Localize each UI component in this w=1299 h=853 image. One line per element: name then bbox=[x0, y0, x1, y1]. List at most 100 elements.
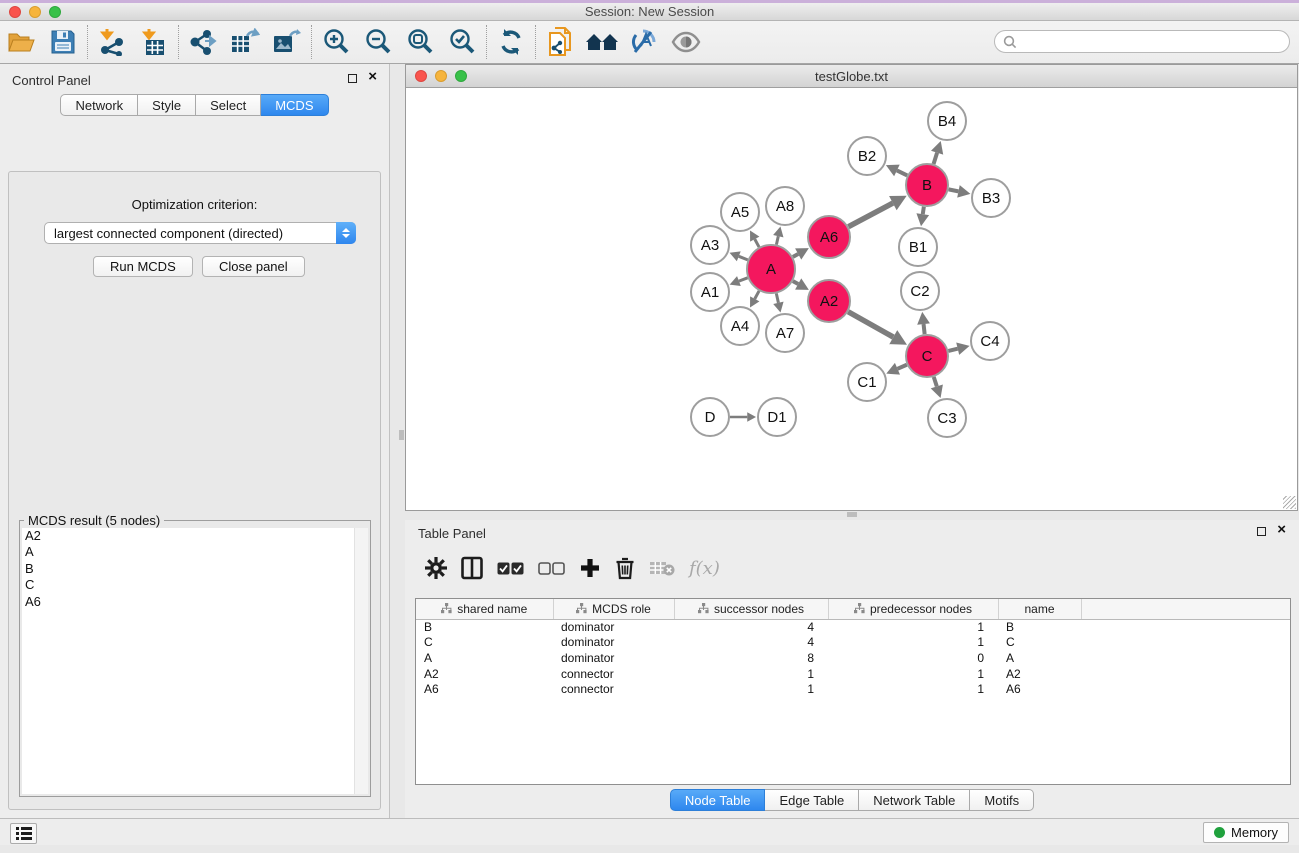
graph-edge[interactable] bbox=[897, 365, 906, 369]
graph-edge[interactable] bbox=[923, 207, 924, 214]
mcds-result-item[interactable]: A bbox=[22, 544, 368, 560]
table-cell[interactable]: A6 bbox=[998, 681, 1081, 697]
table-cell[interactable]: B bbox=[416, 619, 553, 635]
graph-edge[interactable] bbox=[739, 256, 748, 260]
tab-node-table[interactable]: Node Table bbox=[670, 789, 766, 811]
splitter-handle[interactable] bbox=[847, 512, 857, 517]
table-cell[interactable]: B bbox=[998, 619, 1081, 635]
graph-edge[interactable] bbox=[776, 236, 778, 244]
search-input[interactable] bbox=[994, 30, 1290, 53]
table-cell[interactable]: 4 bbox=[674, 619, 828, 635]
table-cell[interactable]: dominator bbox=[553, 635, 674, 651]
refresh-layout-button[interactable] bbox=[490, 23, 532, 61]
open-session-button[interactable] bbox=[0, 23, 42, 61]
graph-edge[interactable] bbox=[848, 203, 892, 227]
network-from-file-button[interactable] bbox=[539, 23, 581, 61]
graph-edge[interactable] bbox=[924, 324, 925, 334]
graph-edge[interactable] bbox=[755, 239, 759, 247]
mcds-result-list[interactable]: A2ABCA6 bbox=[22, 528, 368, 794]
table-cell[interactable]: 1 bbox=[828, 619, 998, 635]
column-browser-button[interactable] bbox=[461, 556, 483, 580]
table-cell[interactable]: A6 bbox=[416, 681, 553, 697]
column-header[interactable]: shared name bbox=[416, 599, 553, 619]
save-session-button[interactable] bbox=[42, 23, 84, 61]
add-column-button[interactable] bbox=[579, 557, 601, 579]
graph-edge[interactable] bbox=[793, 281, 798, 284]
tab-style[interactable]: Style bbox=[138, 94, 196, 116]
table-cell[interactable]: 1 bbox=[828, 635, 998, 651]
mcds-result-item[interactable]: B bbox=[22, 561, 368, 577]
table-settings-button[interactable] bbox=[425, 557, 447, 579]
scrollbar-track[interactable] bbox=[354, 528, 368, 794]
attribute-table[interactable]: shared nameMCDS rolesuccessor nodesprede… bbox=[416, 599, 1290, 697]
memory-button[interactable]: Memory bbox=[1203, 822, 1289, 843]
table-cell[interactable]: A2 bbox=[416, 666, 553, 682]
close-panel-icon[interactable]: × bbox=[368, 72, 377, 81]
table-cell[interactable]: dominator bbox=[553, 619, 674, 635]
table-row[interactable]: Adominator80A bbox=[416, 650, 1290, 666]
graph-edge[interactable] bbox=[848, 312, 893, 337]
table-row[interactable]: Bdominator41B bbox=[416, 619, 1290, 635]
column-header[interactable]: predecessor nodes bbox=[828, 599, 998, 619]
graph-edge[interactable] bbox=[793, 254, 798, 257]
network-canvas[interactable]: AA1A2A3A4A5A6A7A8BB1B2B3B4CC1C2C3C4DD1 bbox=[406, 88, 1297, 510]
graph-edge[interactable] bbox=[897, 170, 907, 175]
table-cell[interactable]: C bbox=[416, 635, 553, 651]
tab-network[interactable]: Network bbox=[60, 94, 138, 116]
close-panel-button[interactable]: Close panel bbox=[202, 256, 305, 277]
home-view-button[interactable] bbox=[581, 23, 623, 61]
zoom-out-button[interactable] bbox=[357, 23, 399, 61]
mcds-result-item[interactable]: A6 bbox=[22, 594, 368, 610]
table-cell[interactable]: 8 bbox=[674, 650, 828, 666]
table-cell[interactable]: C bbox=[998, 635, 1081, 651]
table-cell[interactable]: connector bbox=[553, 681, 674, 697]
table-cell[interactable]: dominator bbox=[553, 650, 674, 666]
splitter-handle[interactable] bbox=[399, 430, 404, 440]
tab-mcds[interactable]: MCDS bbox=[261, 94, 328, 116]
column-header[interactable]: name bbox=[998, 599, 1081, 619]
table-cell[interactable]: A2 bbox=[998, 666, 1081, 682]
column-header[interactable]: MCDS role bbox=[553, 599, 674, 619]
close-panel-icon[interactable]: × bbox=[1277, 525, 1286, 534]
run-mcds-button[interactable]: Run MCDS bbox=[93, 256, 193, 277]
table-cell[interactable]: 1 bbox=[674, 666, 828, 682]
zoom-in-button[interactable] bbox=[315, 23, 357, 61]
export-image-button[interactable] bbox=[266, 23, 308, 61]
mcds-result-item[interactable]: C bbox=[22, 577, 368, 593]
table-cell[interactable]: 1 bbox=[674, 681, 828, 697]
import-network-button[interactable] bbox=[91, 23, 133, 61]
table-row[interactable]: A2connector11A2 bbox=[416, 666, 1290, 682]
tab-edge-table[interactable]: Edge Table bbox=[765, 789, 859, 811]
table-cell[interactable]: A bbox=[416, 650, 553, 666]
float-panel-icon[interactable] bbox=[1257, 527, 1266, 536]
float-panel-icon[interactable] bbox=[348, 74, 357, 83]
graph-edge[interactable] bbox=[776, 293, 778, 302]
select-all-button[interactable] bbox=[497, 562, 524, 575]
import-table-button[interactable] bbox=[133, 23, 175, 61]
export-network-button[interactable] bbox=[182, 23, 224, 61]
delete-table-button[interactable] bbox=[649, 559, 675, 577]
table-cell[interactable]: 1 bbox=[828, 681, 998, 697]
delete-column-button[interactable] bbox=[615, 557, 635, 580]
table-header-row[interactable]: shared nameMCDS rolesuccessor nodesprede… bbox=[416, 599, 1290, 619]
graph-edge[interactable] bbox=[934, 153, 938, 164]
deselect-all-button[interactable] bbox=[538, 562, 565, 575]
table-row[interactable]: Cdominator41C bbox=[416, 635, 1290, 651]
show-graphics-details-button[interactable] bbox=[665, 23, 707, 61]
criterion-dropdown[interactable]: largest connected component (directed) bbox=[44, 222, 356, 244]
tab-network-table[interactable]: Network Table bbox=[859, 789, 970, 811]
resize-grip-icon[interactable] bbox=[1283, 496, 1296, 509]
column-header[interactable]: successor nodes bbox=[674, 599, 828, 619]
table-cell[interactable]: 0 bbox=[828, 650, 998, 666]
zoom-selected-button[interactable] bbox=[441, 23, 483, 61]
mcds-result-item[interactable]: A2 bbox=[22, 528, 368, 544]
table-cell[interactable]: A bbox=[998, 650, 1081, 666]
table-cell[interactable]: connector bbox=[553, 666, 674, 682]
panel-splitter[interactable] bbox=[390, 64, 405, 818]
hide-labels-button[interactable] bbox=[623, 23, 665, 61]
graph-edge[interactable] bbox=[755, 291, 759, 299]
graph-edge[interactable] bbox=[934, 377, 937, 386]
tab-motifs[interactable]: Motifs bbox=[970, 789, 1034, 811]
export-table-button[interactable] bbox=[224, 23, 266, 61]
table-cell[interactable]: 1 bbox=[828, 666, 998, 682]
